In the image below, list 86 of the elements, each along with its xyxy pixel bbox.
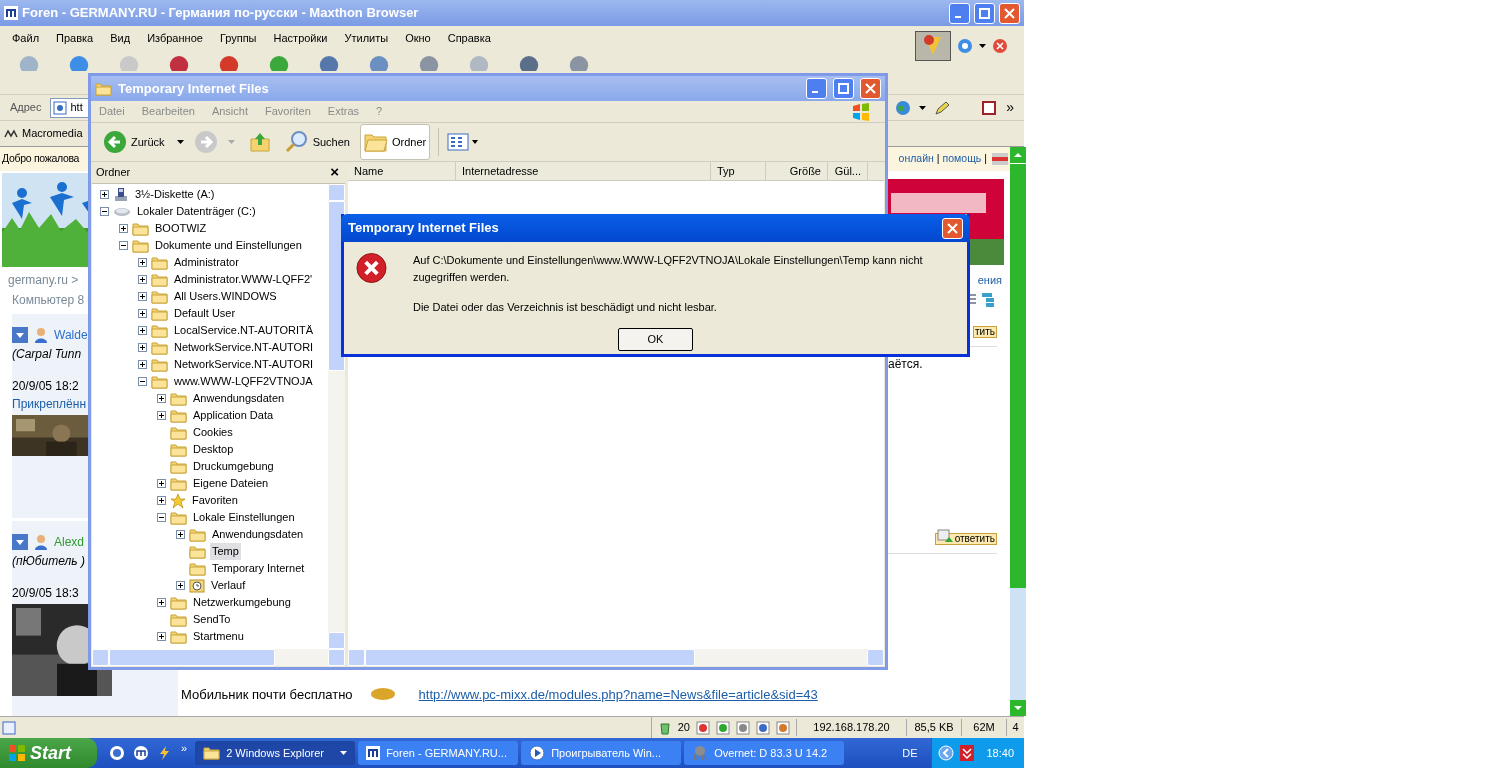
menu-item[interactable]: Окно (405, 29, 431, 47)
search-button[interactable]: Suchen (280, 124, 354, 160)
link[interactable]: онлайн (898, 151, 934, 167)
tree-item[interactable]: Verlauf (209, 577, 248, 594)
error-message: Auf C:\Dokumente und Einstellungen\www.WWW-LQFF2VTNOJA\Lokale Einstellungen\Temp kann nicht zugegriffen werden. (412, 253, 924, 285)
link[interactable]: помощь (942, 151, 982, 167)
tree-item[interactable]: BOOTWIZ (153, 220, 209, 237)
tree-item[interactable]: SendTo (191, 611, 233, 628)
menu-item[interactable]: Справка (447, 29, 491, 47)
tree-item[interactable]: Desktop (191, 441, 236, 458)
author-name[interactable]: Walde (54, 326, 88, 344)
tree-item[interactable]: Eigene Dateien (191, 475, 271, 492)
window-title: Foren - GERMANY.RU - Германия по-русски - Maxthon Browser (22, 4, 420, 23)
post-text: аётся. (888, 356, 923, 373)
tree-item[interactable]: NetworkService.NT-AUTORI (172, 339, 316, 356)
ok-button[interactable]: OK (618, 327, 693, 351)
tree-item[interactable]: Anwendungsdaten (210, 526, 306, 543)
status-text: 192.168.178.20 (796, 719, 906, 736)
tree-item[interactable]: Anwendungsdaten (191, 390, 287, 407)
reply-button[interactable]: тить (973, 326, 997, 338)
menu-item[interactable]: Файл (12, 29, 40, 47)
error-detail: Die Datei oder das Verzeichnis ist beschädigt und nicht lesbar. (412, 300, 718, 315)
tree-item[interactable]: Temp (210, 543, 241, 560)
tree-item[interactable]: Administrator.WWW-LQFF2' (172, 271, 315, 288)
forum-title: Компьютер 8 (12, 292, 85, 309)
tree-item[interactable]: Default User (172, 305, 238, 322)
post-date: 20/9/05 18:2 (12, 378, 79, 395)
more-button[interactable]: » (181, 739, 188, 757)
column-header[interactable]: Internetadresse (456, 162, 711, 180)
menu-item[interactable]: Избранное (147, 29, 203, 47)
menu-item[interactable]: Вид (110, 29, 131, 47)
link[interactable]: Macromedia (22, 125, 83, 142)
tree-item[interactable]: Favoriten (190, 492, 240, 509)
tree-item[interactable]: Lokaler Datenträger (C:) (135, 203, 258, 220)
tree-item[interactable]: NetworkService.NT-AUTORI (172, 356, 316, 373)
language-indicator[interactable]: DE (902, 744, 918, 762)
status-text: 4 (1006, 719, 1024, 736)
menu-item[interactable]: Группы (219, 29, 257, 47)
link[interactable]: http://www.pc-mixx.de/modules.php?name=News&file=article&sid=43 (418, 684, 818, 704)
menu-item[interactable]: Настройки (273, 29, 328, 47)
column-header[interactable]: Typ (711, 162, 766, 180)
post-text: Мобильник почти бесплатно (181, 685, 353, 704)
user-rank: (пЮбитель ) (12, 553, 85, 570)
pane-title: Ordner (96, 165, 132, 181)
tree-item[interactable]: Application Data (191, 407, 276, 424)
heading-text: ения (977, 272, 1002, 288)
tree-item[interactable]: Temporary Internet (210, 560, 307, 577)
start-button[interactable]: Start (0, 738, 97, 768)
separator-text: | (984, 151, 987, 167)
taskbar-button[interactable]: 2 Windows Explorer (195, 741, 356, 765)
separator-text: | (936, 151, 940, 167)
attachment-link[interactable]: Прикреплённ (12, 395, 87, 413)
status-text: 62M (961, 719, 1006, 736)
status-text: 85,5 KB (906, 719, 961, 736)
column-header[interactable]: Gül... (828, 162, 868, 180)
taskbar-button[interactable]: Проигрыватель Win... (521, 741, 682, 765)
taskbar-button[interactable]: Foren - GERMANY.RU... (358, 741, 519, 765)
post-date: 20/9/05 18:3 (12, 585, 79, 602)
tree-item[interactable]: Startmenu (191, 628, 246, 645)
tree-item[interactable]: 3½-Diskette (A:) (133, 186, 217, 203)
close-button[interactable]: × (328, 161, 341, 184)
back-button[interactable]: Zurück (99, 124, 188, 160)
breadcrumb: germany.ru > (8, 272, 79, 289)
tree-item[interactable]: Druckumgebung (191, 458, 276, 475)
window-title: Temporary Internet Files (118, 79, 270, 98)
taskbar-button[interactable]: Overnet: D 83.3 U 14.2 (684, 741, 845, 765)
tree-item[interactable]: Administrator (172, 254, 241, 271)
column-header[interactable]: Name (348, 162, 456, 180)
tree-item[interactable]: www.WWW-LQFF2VTNOJA (172, 373, 315, 390)
tree-item[interactable]: LocalService.NT-AUTORITÄ (172, 322, 316, 339)
tree-item[interactable]: Lokale Einstellungen (191, 509, 297, 526)
window-title: Temporary Internet Files (348, 219, 500, 238)
menu-item[interactable]: Правка (56, 29, 94, 47)
column-header[interactable]: Größe (766, 162, 828, 180)
address-label: Адрес (10, 100, 42, 116)
status-text: 20 (677, 720, 690, 736)
welcome-text: Добро пожалова (1, 151, 81, 167)
tree-item[interactable]: Netzwerkumgebung (191, 594, 293, 611)
folders-button[interactable]: Ordner (359, 124, 431, 160)
tree-item[interactable]: Cookies (191, 424, 235, 441)
tree-item[interactable]: Dokumente und Einstellungen (153, 237, 304, 254)
more-button[interactable]: » (1006, 97, 1014, 118)
user-rank: (Carpal Tunn (12, 346, 82, 363)
menu-item[interactable]: Утилиты (344, 29, 389, 47)
address-field[interactable]: htt (49, 97, 90, 118)
tree-item[interactable]: All Users.WINDOWS (172, 288, 279, 305)
